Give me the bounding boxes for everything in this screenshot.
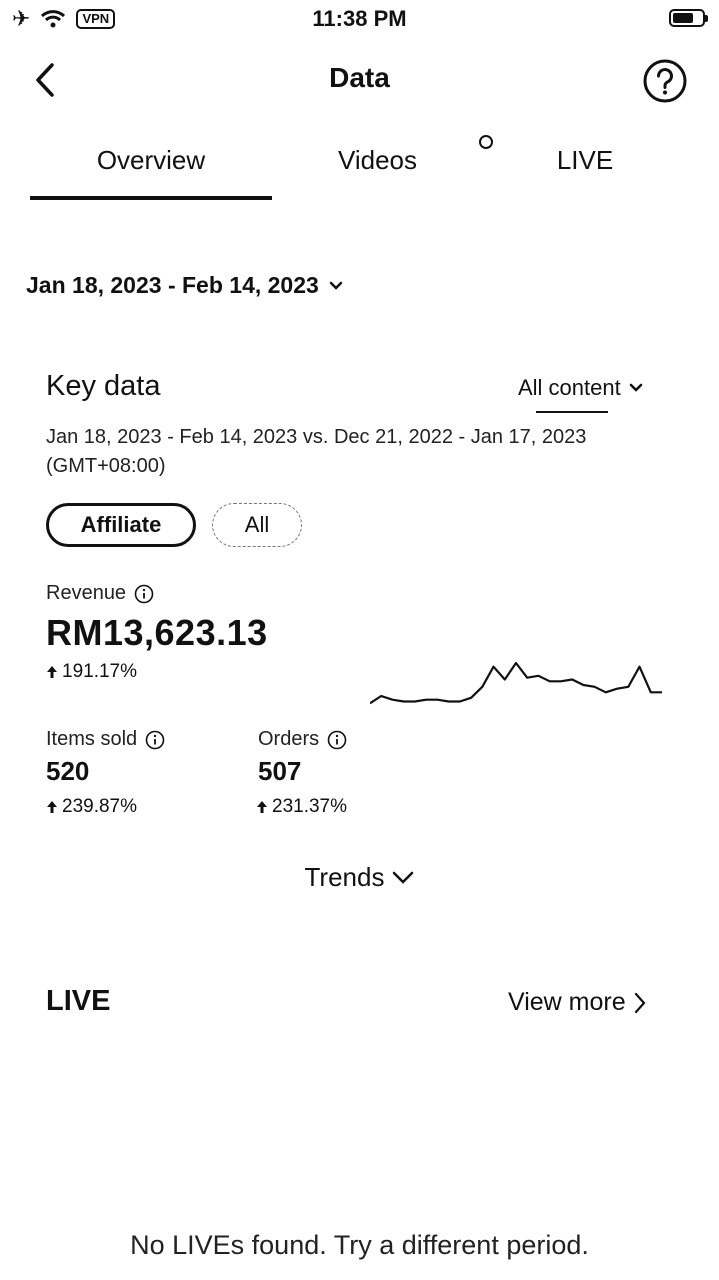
trends-toggle[interactable]: Trends bbox=[0, 862, 719, 893]
tab-overview[interactable]: Overview bbox=[30, 145, 272, 176]
question-icon bbox=[643, 59, 687, 103]
info-icon[interactable] bbox=[134, 584, 154, 604]
chevron-down-icon bbox=[393, 871, 414, 884]
status-time: 11:38 PM bbox=[312, 6, 407, 31]
page-title: Data bbox=[329, 62, 390, 93]
filter-underline bbox=[536, 411, 608, 413]
new-indicator-dot bbox=[479, 135, 493, 149]
items-sold-change-value: 239.87% bbox=[62, 796, 138, 817]
sparkline-series bbox=[370, 661, 662, 705]
tab-live[interactable]: LIVE bbox=[540, 145, 630, 176]
empty-state-message: No LIVEs found. Try a different period. bbox=[130, 1230, 589, 1260]
content-filter-dropdown[interactable]: All content bbox=[518, 375, 643, 401]
comparison-period-timezone: (GMT+08:00) bbox=[46, 455, 166, 477]
arrow-up-icon bbox=[47, 666, 57, 678]
key-data-title: Key data bbox=[46, 370, 161, 402]
items-sold-change: 239.87% bbox=[46, 796, 137, 818]
arrow-up-icon bbox=[47, 801, 57, 813]
trends-label: Trends bbox=[304, 862, 385, 892]
comparison-period: Jan 18, 2023 - Feb 14, 2023 vs. Dec 21, … bbox=[46, 423, 666, 481]
chevron-down-icon bbox=[629, 383, 642, 392]
chevron-down-icon bbox=[329, 281, 343, 290]
revenue-change-value: 191.17% bbox=[62, 661, 138, 682]
revenue-sparkline bbox=[370, 661, 662, 705]
arrow-up-icon bbox=[257, 801, 267, 813]
revenue-label-row: Revenue bbox=[46, 582, 154, 605]
orders-label-row: Orders bbox=[258, 728, 347, 751]
items-sold-value: 520 bbox=[46, 756, 90, 786]
date-range-label: Jan 18, 2023 - Feb 14, 2023 bbox=[26, 272, 319, 298]
orders-label: Orders bbox=[258, 728, 320, 750]
battery-icon bbox=[669, 9, 708, 27]
active-tab-indicator bbox=[30, 196, 272, 200]
orders-value: 507 bbox=[258, 756, 302, 786]
tab-videos[interactable]: Videos bbox=[300, 145, 455, 176]
content-filter-label: All content bbox=[518, 375, 621, 400]
view-more-label: View more bbox=[508, 988, 626, 1016]
orders-change: 231.37% bbox=[256, 796, 347, 818]
chip-all[interactable]: All bbox=[212, 503, 302, 547]
comparison-period-dates: Jan 18, 2023 - Feb 14, 2023 vs. Dec 21, … bbox=[46, 426, 587, 448]
view-more-link[interactable]: View more bbox=[508, 988, 646, 1017]
help-button[interactable] bbox=[642, 58, 688, 104]
items-sold-label-row: Items sold bbox=[46, 728, 165, 751]
date-range-selector[interactable]: Jan 18, 2023 - Feb 14, 2023 bbox=[26, 272, 343, 299]
revenue-value: RM13,623.13 bbox=[46, 612, 268, 653]
items-sold-label: Items sold bbox=[46, 728, 138, 750]
revenue-label: Revenue bbox=[46, 582, 127, 604]
info-icon[interactable] bbox=[145, 730, 165, 750]
chevron-right-icon bbox=[634, 992, 646, 1013]
info-icon[interactable] bbox=[327, 730, 347, 750]
live-section-title: LIVE bbox=[46, 985, 111, 1017]
chip-affiliate[interactable]: Affiliate bbox=[46, 503, 196, 547]
orders-change-value: 231.37% bbox=[272, 796, 348, 817]
revenue-change: 191.17% bbox=[46, 661, 137, 683]
